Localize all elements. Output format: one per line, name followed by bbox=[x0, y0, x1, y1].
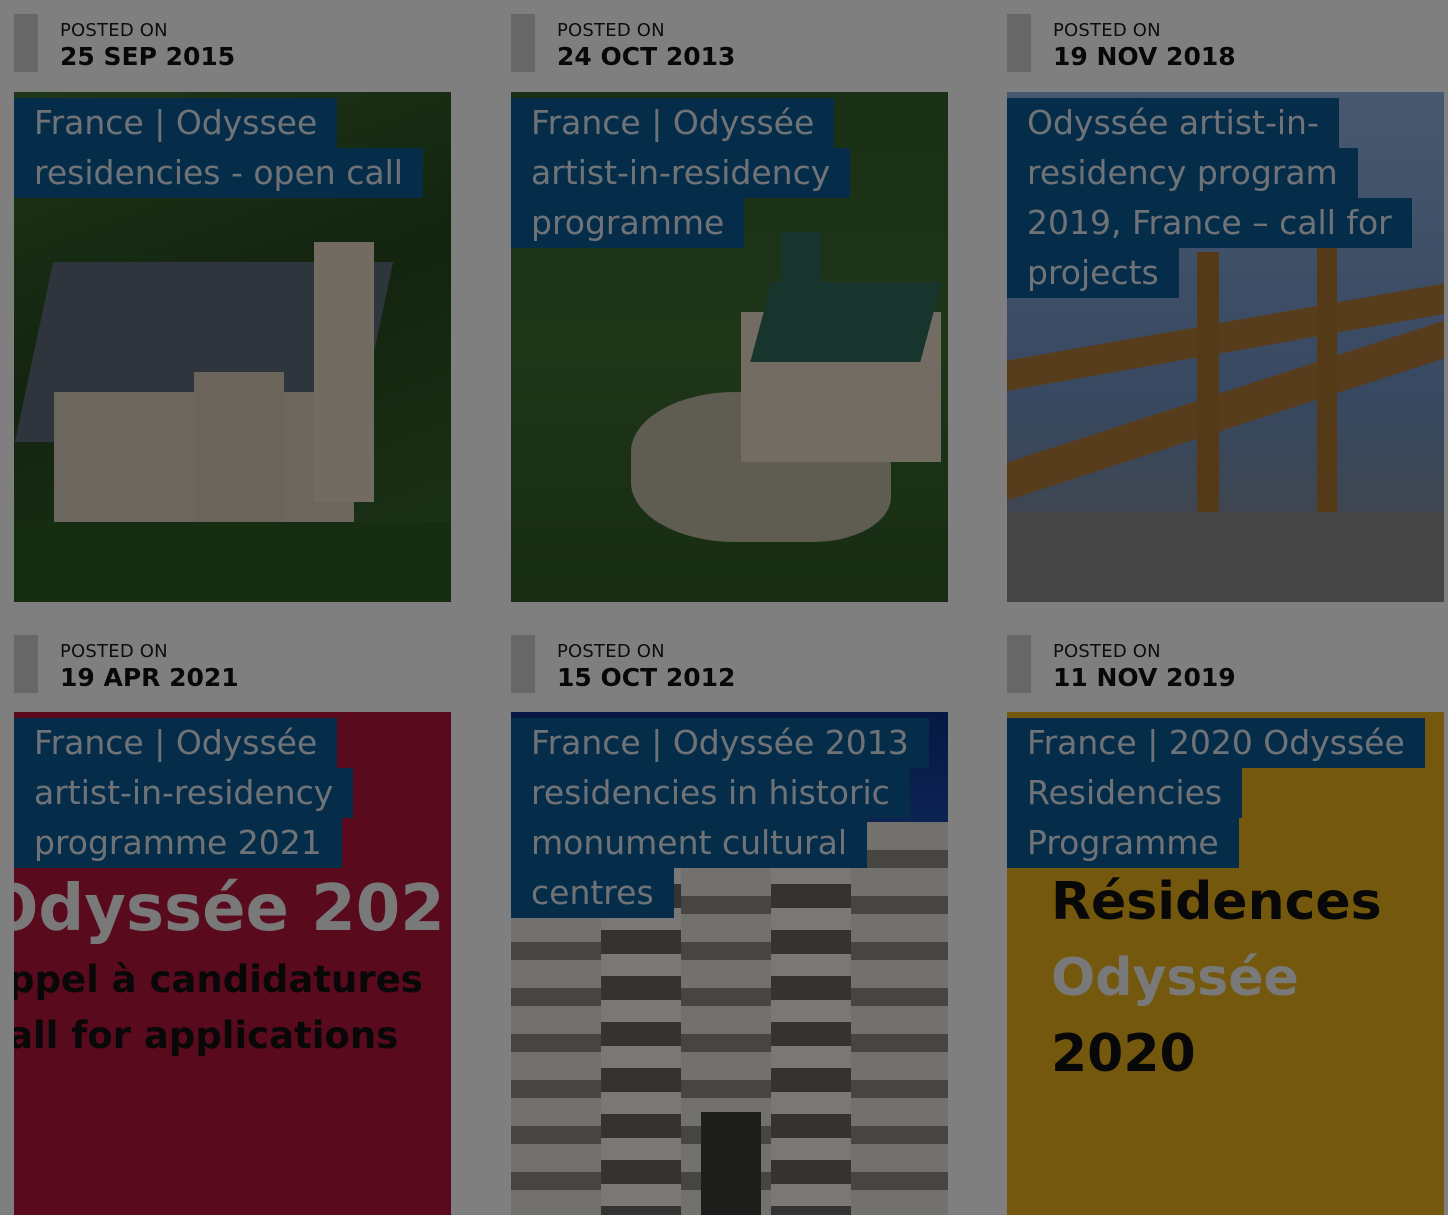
post-card[interactable]: POSTED ON 19 NOV 2018 Odyssée artist-in-… bbox=[1007, 0, 1444, 602]
meta-bar bbox=[1007, 14, 1031, 72]
post-thumbnail-aerial[interactable]: France | Odyssée artist-in-residency pro… bbox=[511, 92, 948, 602]
post-date: 11 NOV 2019 bbox=[1053, 663, 1236, 692]
post-title-line[interactable]: projects bbox=[1007, 248, 1179, 298]
posted-on-label: POSTED ON bbox=[60, 641, 168, 662]
poster-subline: ppel à candidatures bbox=[14, 958, 423, 1001]
posts-grid: POSTED ON 25 SEP 2015 France | Odyssee r… bbox=[0, 0, 1448, 1215]
posted-on-label: POSTED ON bbox=[1053, 641, 1161, 662]
post-title-line[interactable]: France | Odyssée 2013 bbox=[511, 718, 929, 768]
post-title-line[interactable]: 2019, France – call for bbox=[1007, 198, 1412, 248]
posted-on-label: POSTED ON bbox=[557, 20, 665, 41]
post-title-line[interactable]: residencies - open call bbox=[14, 148, 423, 198]
post-title[interactable]: France | Odyssée artist-in-residency pro… bbox=[14, 718, 451, 868]
roof-bottom bbox=[1007, 512, 1444, 602]
poster-headline: Résidences bbox=[1051, 872, 1382, 932]
post-card[interactable]: POSTED ON 15 OCT 2012 France | Odyssée 2… bbox=[511, 621, 948, 1215]
post-title-line[interactable]: France | Odyssée bbox=[511, 98, 835, 148]
roof bbox=[750, 282, 942, 362]
post-title[interactable]: France | Odyssee residencies - open call bbox=[14, 98, 451, 198]
post-date: 19 APR 2021 bbox=[60, 663, 239, 692]
poster-headline: Odyssée bbox=[1051, 948, 1299, 1008]
post-card[interactable]: POSTED ON 11 NOV 2019 Résidences Odyssée… bbox=[1007, 621, 1444, 1215]
post-title-line[interactable]: artist-in-residency bbox=[511, 148, 851, 198]
posted-on-label: POSTED ON bbox=[1053, 20, 1161, 41]
post-date: 24 OCT 2013 bbox=[557, 42, 736, 71]
post-meta: POSTED ON 24 OCT 2013 bbox=[511, 0, 948, 78]
post-title[interactable]: Odyssée artist-in- residency program 201… bbox=[1007, 98, 1444, 298]
post-meta: POSTED ON 19 APR 2021 bbox=[14, 621, 451, 699]
post-date: 25 SEP 2015 bbox=[60, 42, 236, 71]
post-title-line[interactable]: centres bbox=[511, 868, 674, 918]
post-title-line[interactable]: France | Odyssee bbox=[14, 98, 338, 148]
post-thumbnail-poster-2020[interactable]: Résidences Odyssée 2020 France | 2020 Od… bbox=[1007, 712, 1444, 1215]
post-title-line[interactable]: programme bbox=[511, 198, 745, 248]
post-thumbnail-facade[interactable]: France | Odyssée 2013 residencies in his… bbox=[511, 712, 948, 1215]
poster-subline: all for applications bbox=[14, 1014, 399, 1057]
post-card[interactable]: POSTED ON 19 APR 2021 Odyssée 2021 ppel … bbox=[14, 621, 451, 1215]
post-title-line[interactable]: France | Odyssée bbox=[14, 718, 338, 768]
post-title[interactable]: France | Odyssée artist-in-residency pro… bbox=[511, 98, 948, 248]
post-title-line[interactable]: residency program bbox=[1007, 148, 1358, 198]
trees-front bbox=[14, 522, 451, 602]
poster-headline: Odyssée 2021 bbox=[14, 872, 451, 946]
post-title[interactable]: France | 2020 Odyssée Residencies Progra… bbox=[1007, 718, 1444, 868]
post-title-line[interactable]: Programme bbox=[1007, 818, 1239, 868]
post-thumbnail-poster-2021[interactable]: Odyssée 2021 ppel à candidatures all for… bbox=[14, 712, 451, 1215]
post-thumbnail-scaffold[interactable]: Odyssée artist-in- residency program 201… bbox=[1007, 92, 1444, 602]
tower bbox=[314, 242, 374, 502]
post-title-line[interactable]: residencies in historic bbox=[511, 768, 910, 818]
post-meta: POSTED ON 25 SEP 2015 bbox=[14, 0, 451, 78]
post-title-line[interactable]: monument cultural bbox=[511, 818, 867, 868]
post-title-line[interactable]: France | 2020 Odyssée bbox=[1007, 718, 1425, 768]
post-thumbnail-chateau[interactable]: France | Odyssee residencies - open call bbox=[14, 92, 451, 602]
post-date: 19 NOV 2018 bbox=[1053, 42, 1236, 71]
meta-bar bbox=[511, 635, 535, 693]
meta-bar bbox=[14, 635, 38, 693]
meta-bar bbox=[511, 14, 535, 72]
post-title-line[interactable]: programme 2021 bbox=[14, 818, 342, 868]
meta-bar bbox=[1007, 635, 1031, 693]
post-card[interactable]: POSTED ON 25 SEP 2015 France | Odyssee r… bbox=[14, 0, 451, 602]
post-title-line[interactable]: Residencies bbox=[1007, 768, 1243, 818]
post-date: 15 OCT 2012 bbox=[557, 663, 736, 692]
post-title-line[interactable]: artist-in-residency bbox=[14, 768, 354, 818]
post-meta: POSTED ON 15 OCT 2012 bbox=[511, 621, 948, 699]
poster-year: 2020 bbox=[1051, 1024, 1196, 1084]
post-meta: POSTED ON 11 NOV 2019 bbox=[1007, 621, 1444, 699]
posted-on-label: POSTED ON bbox=[60, 20, 168, 41]
post-title-line[interactable]: Odyssée artist-in- bbox=[1007, 98, 1339, 148]
window bbox=[701, 1112, 761, 1215]
post-card[interactable]: POSTED ON 24 OCT 2013 France | Odyssée a… bbox=[511, 0, 948, 602]
post-title[interactable]: France | Odyssée 2013 residencies in his… bbox=[511, 718, 948, 918]
post-meta: POSTED ON 19 NOV 2018 bbox=[1007, 0, 1444, 78]
meta-bar bbox=[14, 14, 38, 72]
posted-on-label: POSTED ON bbox=[557, 641, 665, 662]
